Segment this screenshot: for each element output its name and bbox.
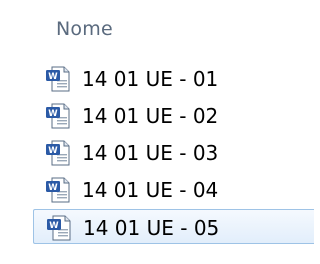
svg-text:W: W xyxy=(48,72,58,82)
file-row[interactable]: W 14 01 UE - 02 xyxy=(33,98,314,133)
file-name: 14 01 UE - 01 xyxy=(82,67,219,91)
word-document-icon: W xyxy=(46,140,70,166)
file-row[interactable]: W 14 01 UE - 04 xyxy=(33,172,314,207)
svg-text:W: W xyxy=(48,109,58,119)
svg-text:W: W xyxy=(49,221,59,231)
word-document-icon: W xyxy=(46,177,70,203)
file-name: 14 01 UE - 02 xyxy=(82,104,219,128)
word-document-icon: W xyxy=(46,66,70,92)
column-header-name[interactable]: Nome xyxy=(0,0,314,56)
file-name: 14 01 UE - 04 xyxy=(82,178,219,202)
word-document-icon: W xyxy=(46,103,70,129)
svg-text:W: W xyxy=(48,183,58,193)
file-name: 14 01 UE - 03 xyxy=(82,141,219,165)
file-name: 14 01 UE - 05 xyxy=(83,216,220,240)
word-document-icon: W xyxy=(47,215,71,241)
svg-text:W: W xyxy=(48,146,58,156)
file-row-selected[interactable]: W 14 01 UE - 05 xyxy=(33,209,314,244)
file-row[interactable]: W 14 01 UE - 03 xyxy=(33,135,314,170)
column-header-label: Nome xyxy=(56,18,113,40)
file-row[interactable]: W 14 01 UE - 01 xyxy=(33,61,314,96)
